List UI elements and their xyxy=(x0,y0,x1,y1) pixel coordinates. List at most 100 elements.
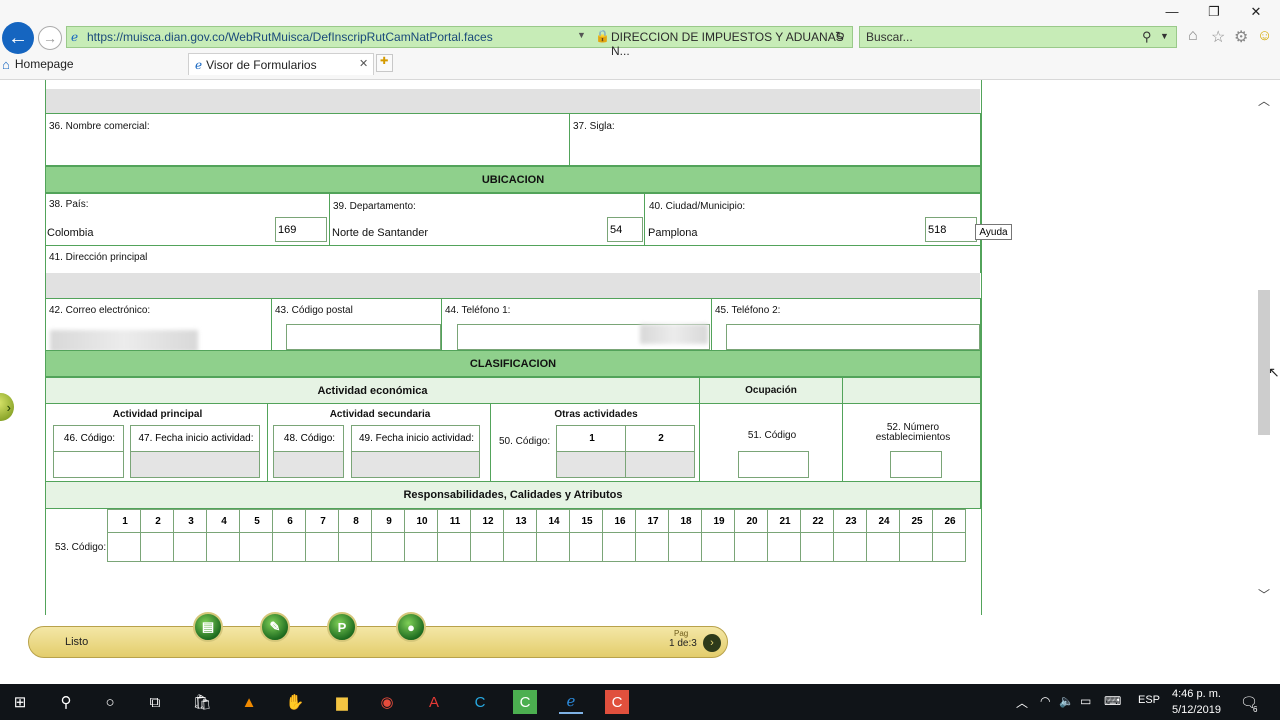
star-icon[interactable]: ☆ xyxy=(1211,27,1225,47)
chrome-icon[interactable]: ◉ xyxy=(375,690,399,714)
scrollbar-thumb[interactable] xyxy=(1258,290,1270,435)
refresh-icon[interactable]: ↻ xyxy=(835,29,845,43)
resp-code-input[interactable] xyxy=(635,532,669,562)
field-51-input[interactable] xyxy=(738,451,809,478)
wifi-icon[interactable]: ◠ xyxy=(1040,694,1050,708)
volume-icon[interactable]: 🔈 xyxy=(1059,694,1074,708)
resp-code-input[interactable] xyxy=(338,532,372,562)
field-37-cell[interactable]: 37. Sigla: xyxy=(569,113,981,166)
resp-code-input[interactable] xyxy=(371,532,405,562)
resp-code-input[interactable] xyxy=(272,532,306,562)
camtasia-icon[interactable]: C xyxy=(468,690,492,714)
resp-code-input[interactable] xyxy=(602,532,636,562)
search-icon[interactable]: ⚲ xyxy=(1142,29,1152,45)
chevron-up-icon[interactable]: ︿ xyxy=(1016,694,1028,711)
battery-icon[interactable]: ▭ xyxy=(1080,694,1091,708)
site-identity[interactable]: DIRECCION DE IMPUESTOS Y ADUANAS N... xyxy=(611,30,852,58)
store-icon[interactable]: 🛍 xyxy=(190,690,214,714)
field-47-input[interactable] xyxy=(130,451,260,478)
globe-button[interactable]: ● xyxy=(396,612,426,642)
dropdown-icon[interactable]: ▼ xyxy=(577,30,586,40)
resp-code-input[interactable] xyxy=(239,532,273,562)
field-50-label: 50. Código: xyxy=(499,436,551,447)
resp-code-input[interactable] xyxy=(668,532,702,562)
field-46-input[interactable] xyxy=(53,451,124,478)
resp-code-input[interactable] xyxy=(833,532,867,562)
tab-homepage[interactable]: ⌂ Homepage xyxy=(2,53,185,75)
minimize-icon[interactable]: — xyxy=(1162,4,1182,22)
acrobat-icon[interactable]: A xyxy=(422,690,446,714)
globe-icon: ● xyxy=(407,619,415,635)
resp-code-input[interactable] xyxy=(536,532,570,562)
field-38-code-input[interactable]: 169 xyxy=(275,217,327,242)
field-43-input[interactable] xyxy=(286,324,441,350)
restore-icon[interactable]: ❐ xyxy=(1204,4,1224,22)
resp-code-input[interactable] xyxy=(437,532,471,562)
task-view-icon[interactable]: ⧉ xyxy=(143,690,167,714)
resp-code-input[interactable] xyxy=(404,532,438,562)
side-arrow-button[interactable]: › xyxy=(0,393,14,421)
field-40-label: 40. Ciudad/Municipio: xyxy=(649,201,746,212)
field-50-input-1[interactable] xyxy=(556,451,626,478)
field-49-label: 49. Fecha inicio actividad: xyxy=(351,425,480,452)
resp-code-input[interactable] xyxy=(173,532,207,562)
field-50-input-2[interactable] xyxy=(625,451,695,478)
home-icon[interactable]: ⌂ xyxy=(1188,27,1198,45)
file-explorer-icon[interactable]: ▆ xyxy=(330,690,354,714)
resp-code-input[interactable] xyxy=(569,532,603,562)
resp-code-input[interactable] xyxy=(866,532,900,562)
resp-code-input[interactable] xyxy=(140,532,174,562)
app-hand-icon[interactable]: ✋ xyxy=(283,690,307,714)
scroll-up-icon[interactable]: ︿ xyxy=(1258,92,1270,109)
field-52-input[interactable] xyxy=(890,451,942,478)
edit-button[interactable]: ✎ xyxy=(260,612,290,642)
resp-code-input[interactable] xyxy=(734,532,768,562)
forward-button[interactable]: → xyxy=(38,26,62,50)
field-48-input[interactable] xyxy=(273,451,344,478)
search-icon[interactable]: ⚲ xyxy=(54,690,78,714)
field-40-code-input[interactable]: 518 xyxy=(925,217,977,242)
field-41-cell[interactable]: 41. Dirección principal xyxy=(45,245,981,273)
next-page-button[interactable]: › xyxy=(703,634,721,652)
search-input[interactable]: Buscar... ⚲ ▼ xyxy=(859,26,1177,48)
url-text[interactable]: https://muisca.dian.gov.co/WebRutMuisca/… xyxy=(67,30,493,44)
resp-code-input[interactable] xyxy=(305,532,339,562)
close-tab-icon[interactable]: ✕ xyxy=(359,57,368,70)
clock-date[interactable]: 5/12/2019 xyxy=(1172,704,1221,716)
close-icon[interactable]: ✕ xyxy=(1246,4,1266,22)
form-button[interactable]: ▤ xyxy=(193,612,223,642)
field-49-input[interactable] xyxy=(351,451,480,478)
camtasia-recorder-icon[interactable]: C xyxy=(605,690,629,714)
resp-code-input[interactable] xyxy=(932,532,966,562)
resp-code-input[interactable] xyxy=(701,532,735,562)
pdf-button[interactable]: P xyxy=(327,612,357,642)
internet-explorer-icon[interactable]: ℯ xyxy=(559,690,583,714)
gear-icon[interactable]: ⚙ xyxy=(1234,27,1248,47)
resp-code-input[interactable] xyxy=(107,532,141,562)
cortana-icon[interactable]: ○ xyxy=(98,690,122,714)
field-36-label: 36. Nombre comercial: xyxy=(49,121,150,132)
resp-code-input[interactable] xyxy=(800,532,834,562)
resp-code-input[interactable] xyxy=(206,532,240,562)
field-39-code-input[interactable]: 54 xyxy=(607,217,643,242)
clock-time[interactable]: 4:46 p. m. xyxy=(1172,688,1221,700)
camtasia-studio-icon[interactable]: C xyxy=(513,690,537,714)
dropdown-icon[interactable]: ▼ xyxy=(1160,31,1169,41)
vlc-icon[interactable]: ▲ xyxy=(237,690,261,714)
address-bar[interactable]: ℯ https://muisca.dian.gov.co/WebRutMuisc… xyxy=(66,26,853,58)
smiley-icon[interactable]: ☺ xyxy=(1257,27,1272,44)
back-button[interactable]: ← xyxy=(2,22,34,54)
resp-code-input[interactable] xyxy=(899,532,933,562)
field-45-input[interactable] xyxy=(726,324,980,350)
new-tab-button[interactable]: ✚ xyxy=(376,54,393,72)
resp-code-input[interactable] xyxy=(503,532,537,562)
resp-code-input[interactable] xyxy=(470,532,504,562)
scroll-down-icon[interactable]: ﹀ xyxy=(1258,586,1270,603)
resp-code-input[interactable] xyxy=(767,532,801,562)
windows-start-icon[interactable]: ⊞ xyxy=(8,690,32,714)
tab-visor-formularios[interactable]: ℯ Visor de Formularios ✕ xyxy=(188,53,374,75)
field-36-cell[interactable]: 36. Nombre comercial: xyxy=(45,113,570,166)
keyboard-icon[interactable]: ⌨ xyxy=(1104,694,1121,708)
blank-row xyxy=(46,89,980,113)
language-indicator[interactable]: ESP xyxy=(1138,694,1160,706)
